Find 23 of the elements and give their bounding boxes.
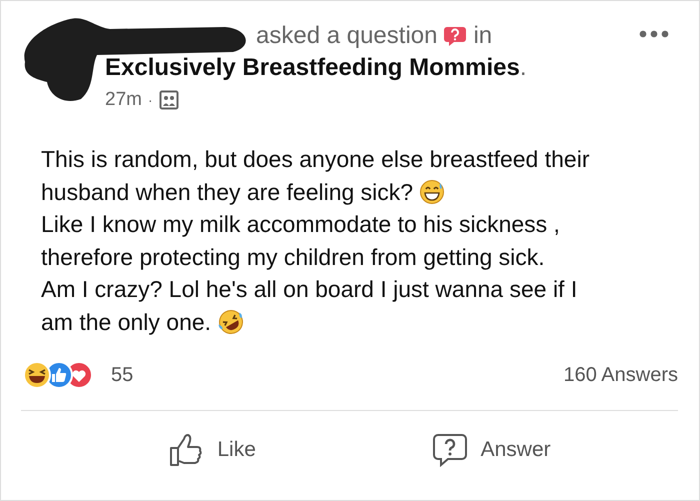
in-text: in [473,21,492,51]
group-name[interactable]: Exclusively Breastfeeding Mommies [105,54,520,81]
reaction-count: 55 [111,364,134,386]
separator-dot: · [148,92,153,108]
post-text-line: am the only one. [41,308,212,337]
answers-count[interactable]: 160 Answers [563,364,678,386]
post-text-line: Am I crazy? Lol he's all on board I just wanna see if I [41,275,578,304]
action-text: asked a question [256,21,438,51]
grinning-sweat-emoji-icon [419,178,446,205]
post-text-line: husband when they are feeling sick? [41,178,414,207]
post-text-line: This is random, but does anyone else breastfeed their [41,145,590,174]
like-button[interactable]: Like [159,429,266,471]
post-time: 27m [105,89,142,111]
post-text-line: Like I know my milk accommodate to his sickness , [41,210,560,239]
post-text-line: therefore protecting my children from getting sick. [41,242,545,272]
group-icon [158,90,179,110]
thumbs-up-icon [169,433,204,467]
answer-button[interactable]: Answer [422,429,561,471]
laughing-tears-emoji-icon [217,308,246,336]
period: . [520,54,527,81]
more-options-icon[interactable] [639,30,669,38]
question-bubble-icon [432,433,467,467]
question-icon [443,24,468,48]
